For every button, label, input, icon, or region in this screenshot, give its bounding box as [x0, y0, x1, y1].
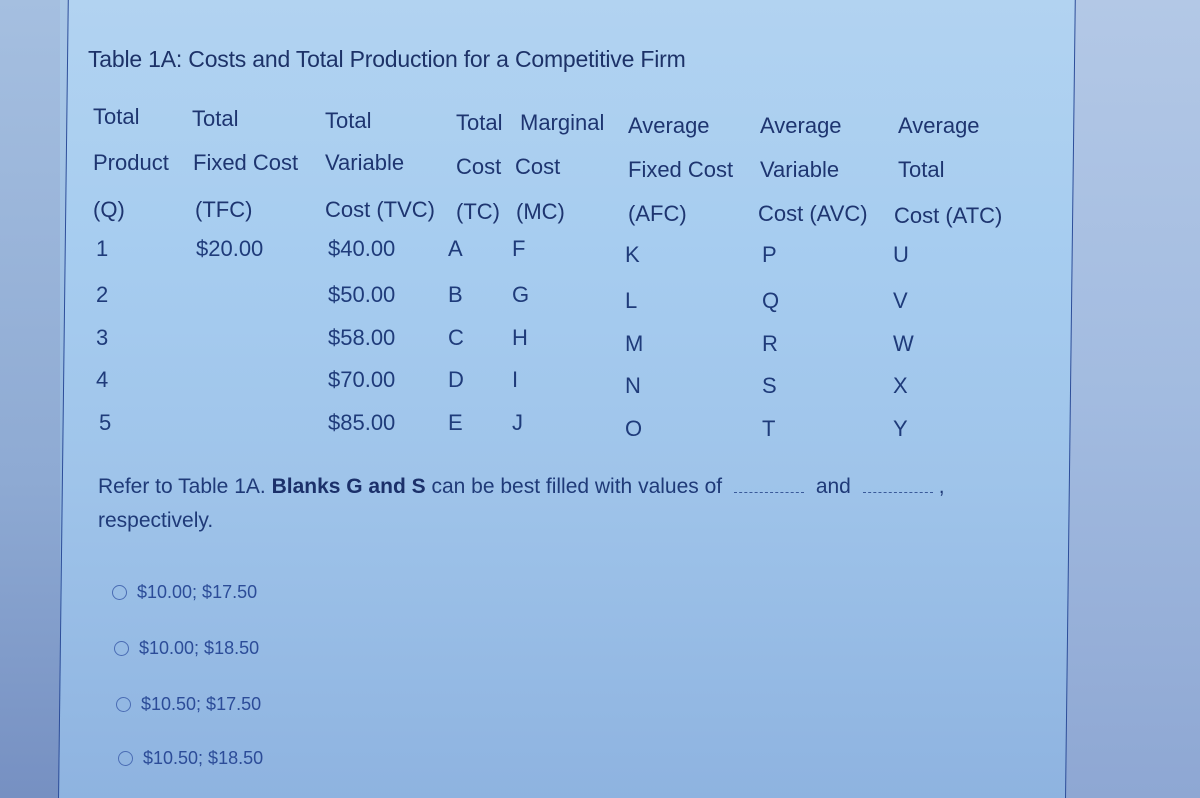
table-cell: $58.00 [328, 325, 396, 350]
table-cell: 1 [96, 236, 109, 261]
radio-button[interactable] [112, 585, 127, 600]
radio-button[interactable] [114, 641, 129, 656]
question-line2: respectively. [98, 509, 214, 532]
column-header: (TFC) [195, 197, 253, 222]
table-cell: P [762, 242, 777, 267]
column-header: Fixed Cost [628, 157, 734, 182]
question-prefix: Refer to Table 1A. [98, 475, 266, 498]
table-cell: N [625, 373, 641, 398]
table-cell: V [893, 288, 908, 313]
question-middle: can be best filled with values of [431, 475, 723, 498]
table-cell: M [625, 331, 644, 356]
table-cell: A [448, 236, 463, 261]
table-cell: 3 [96, 325, 109, 350]
table-cell: I [512, 367, 519, 392]
table-cell: X [893, 373, 908, 398]
column-header: (TC) [456, 199, 500, 224]
column-header: Fixed Cost [193, 150, 299, 175]
table-cell: 2 [96, 282, 109, 307]
table-cell: $40.00 [328, 236, 396, 261]
table-title: Table 1A: Costs and Total Production for… [88, 46, 686, 72]
column-header: Average [760, 113, 842, 138]
table-cell: 4 [96, 367, 109, 392]
option-label: $10.50; $17.50 [141, 694, 262, 714]
table-cell: T [762, 416, 776, 441]
table-cell: U [893, 242, 909, 267]
column-header: Cost (ATC) [894, 203, 1003, 228]
table-cell: F [512, 236, 526, 261]
column-header: Total [325, 108, 372, 133]
table-cell: K [625, 242, 640, 267]
column-header: Total [192, 106, 239, 131]
column-header: (AFC) [628, 201, 687, 226]
background-left [0, 0, 60, 798]
question-text: Refer to Table 1A. Blanks G and S can be… [98, 470, 1018, 538]
column-header: Cost [515, 154, 561, 179]
column-header: (Q) [93, 197, 125, 222]
table-cell: L [625, 288, 638, 313]
table-cell: $85.00 [328, 410, 396, 435]
option-label: $10.00; $18.50 [139, 638, 260, 658]
answer-option-3[interactable]: $10.50; $17.50 [116, 694, 261, 715]
radio-button[interactable] [118, 751, 133, 766]
table-cell: H [512, 325, 528, 350]
question-bold: Blanks G and S [271, 475, 426, 498]
option-label: $10.50; $18.50 [143, 748, 264, 768]
column-header: Average [898, 113, 980, 138]
table-cell: C [448, 325, 464, 350]
table-cell: Y [893, 416, 908, 441]
answer-option-4[interactable]: $10.50; $18.50 [118, 748, 263, 769]
table-cell: S [762, 373, 777, 398]
column-header: Average [628, 113, 710, 138]
column-header: Variable [325, 150, 405, 175]
column-header: Cost (TVC) [325, 197, 435, 222]
table-cell: R [762, 331, 778, 356]
table-cell: D [448, 367, 464, 392]
table-cell: O [625, 416, 643, 441]
column-header: (MC) [516, 199, 565, 224]
answer-option-2[interactable]: $10.00; $18.50 [114, 638, 259, 659]
question-and: and [815, 475, 851, 498]
column-header: Total [898, 157, 945, 182]
table-cell: $50.00 [328, 282, 396, 307]
column-header: Total [93, 104, 140, 129]
table-cell: Q [762, 288, 780, 313]
radio-button[interactable] [116, 697, 131, 712]
column-header: Variable [760, 157, 840, 182]
column-header: Marginal [520, 110, 605, 135]
question-suffix: , [938, 475, 945, 498]
table-cell: $20.00 [196, 236, 264, 261]
table-cell: $70.00 [328, 367, 396, 392]
table-cell: G [512, 282, 530, 307]
blank-2 [862, 474, 933, 493]
table-cell: 5 [99, 410, 112, 435]
blank-1 [733, 474, 804, 493]
column-header: Product [93, 150, 169, 175]
option-label: $10.00; $17.50 [137, 582, 258, 602]
table-cell: B [448, 282, 463, 307]
table-cell: W [893, 331, 914, 356]
table-cell: J [512, 410, 523, 435]
column-header: Total [456, 110, 503, 135]
column-header: Cost [456, 154, 502, 179]
column-header: Cost (AVC) [758, 201, 868, 226]
answer-option-1[interactable]: $10.00; $17.50 [112, 582, 257, 603]
table-cell: E [448, 410, 463, 435]
